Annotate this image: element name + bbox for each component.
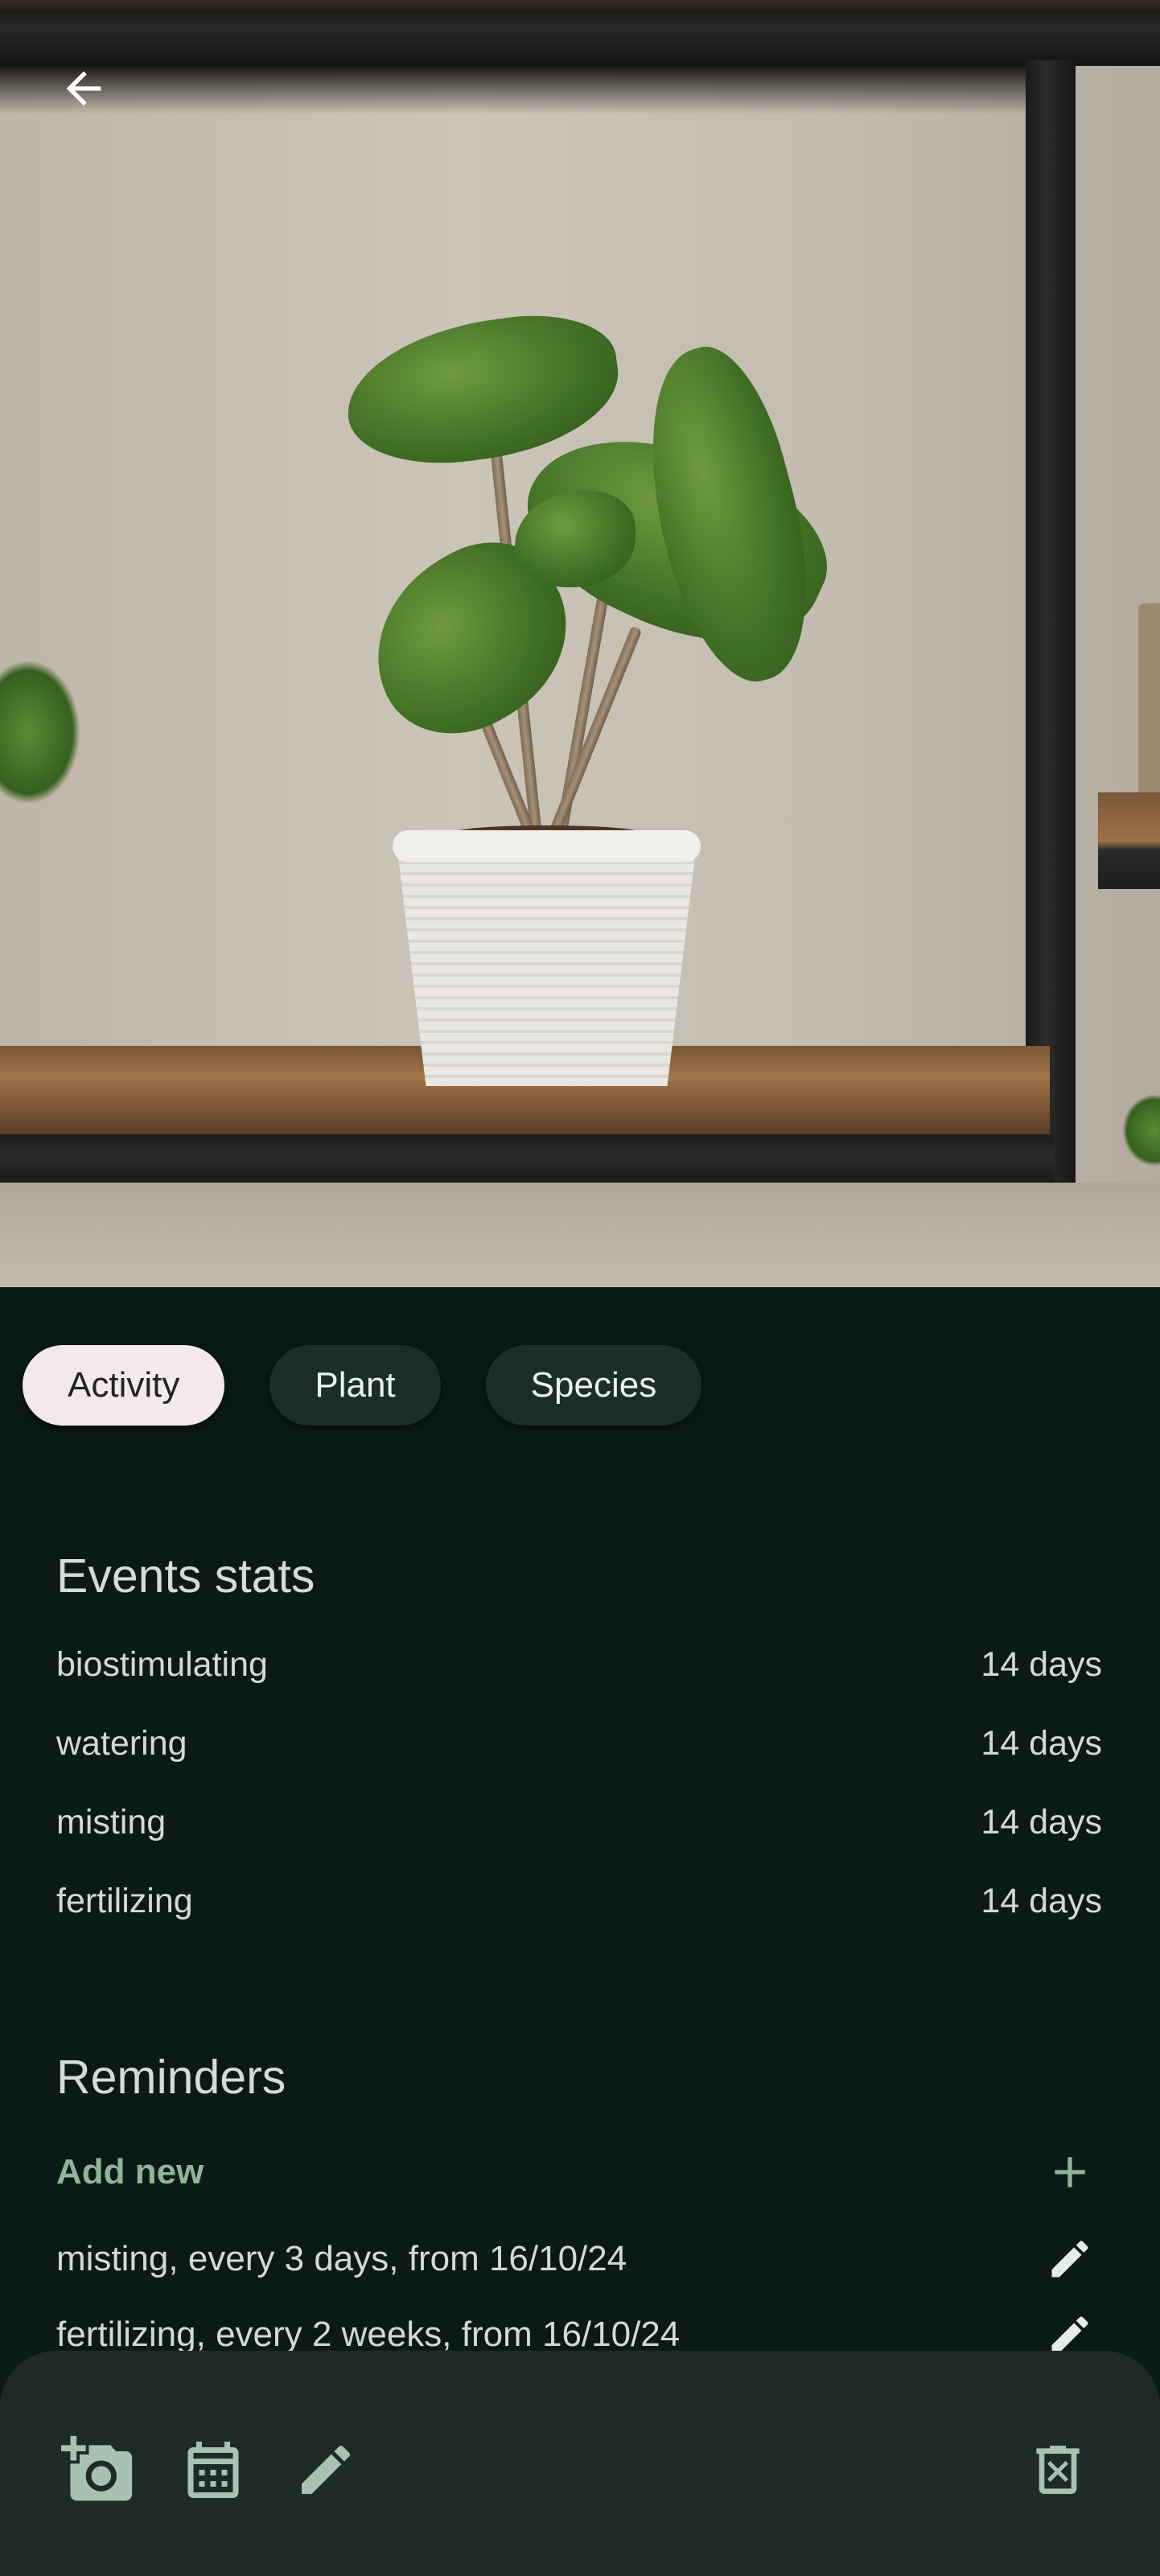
add-reminder-button[interactable] xyxy=(1038,2140,1102,2204)
stat-row: watering 14 days xyxy=(56,1724,1102,1763)
edit-reminder-button[interactable] xyxy=(1038,2227,1102,2291)
plant-pot xyxy=(396,837,697,1086)
stat-row: fertilizing 14 days xyxy=(56,1882,1102,1921)
tab-plant[interactable]: Plant xyxy=(269,1345,441,1426)
tab-bar: Activity Plant Species xyxy=(23,1345,702,1426)
stat-row: misting 14 days xyxy=(56,1803,1102,1842)
stat-label: watering xyxy=(56,1724,187,1763)
reminder-text: fertilizing, every 2 weeks, from 16/10/2… xyxy=(56,2315,681,2354)
arrow-back-icon xyxy=(66,71,101,106)
events-stats-title: Events stats xyxy=(56,1549,315,1603)
calendar-button[interactable] xyxy=(173,2430,253,2510)
reminders-title: Reminders xyxy=(56,2051,286,2104)
add-new-label[interactable]: Add new xyxy=(56,2152,204,2192)
delete-icon xyxy=(1036,2446,1080,2494)
stat-value: 14 days xyxy=(981,1645,1102,1684)
stat-value: 14 days xyxy=(981,1882,1102,1920)
stat-value: 14 days xyxy=(981,1724,1102,1763)
add-photo-icon xyxy=(61,2435,133,2501)
plus-icon xyxy=(1055,2157,1085,2187)
stat-row: biostimulating 14 days xyxy=(56,1645,1102,1685)
back-button[interactable] xyxy=(48,53,119,124)
pencil-icon xyxy=(1051,2241,1088,2278)
edit-plant-button[interactable] xyxy=(286,2430,366,2510)
reminder-text: misting, every 3 days, from 16/10/24 xyxy=(56,2239,627,2278)
shelf-beam xyxy=(0,0,1160,66)
delete-plant-button[interactable] xyxy=(1018,2430,1098,2510)
edit-icon xyxy=(302,2445,351,2494)
add-reminder-row[interactable]: Add new xyxy=(56,2140,1102,2204)
add-photo-button[interactable] xyxy=(58,2430,138,2510)
calendar-icon xyxy=(187,2442,239,2498)
stat-label: misting xyxy=(56,1803,167,1841)
reminder-item[interactable]: misting, every 3 days, from 16/10/24 xyxy=(56,2227,1102,2291)
stat-label: biostimulating xyxy=(56,1645,268,1684)
plant-photo xyxy=(0,0,1160,1287)
stat-value: 14 days xyxy=(981,1803,1102,1841)
stat-label: fertilizing xyxy=(56,1882,193,1920)
tab-species[interactable]: Species xyxy=(485,1345,702,1426)
tab-activity[interactable]: Activity xyxy=(23,1345,225,1426)
